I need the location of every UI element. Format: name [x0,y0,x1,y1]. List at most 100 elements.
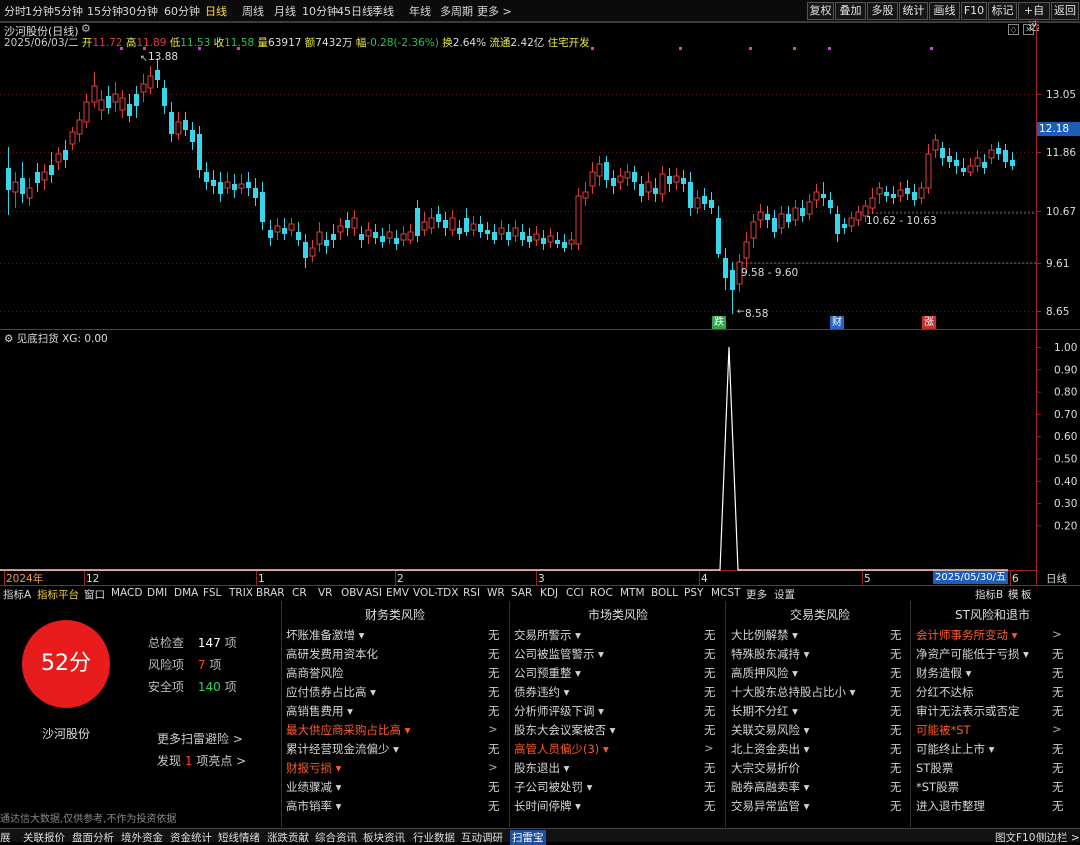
period-tab[interactable]: 季线 [372,3,394,19]
risk-item[interactable]: 交易所警示 ▾ [514,627,581,643]
period-tab[interactable]: 分时 [4,3,26,19]
candlestick[interactable] [533,226,540,246]
candlestick[interactable] [190,122,195,150]
indicator-tab[interactable]: TRIX [229,587,253,599]
candlestick[interactable] [449,210,456,236]
candlestick[interactable] [562,234,567,252]
candlestick[interactable] [175,112,182,140]
indicator-tab[interactable]: ASI [365,587,382,599]
candlestick[interactable] [20,162,25,203]
risk-item[interactable]: 十大股东总持股占比小 ▾ [731,684,855,700]
candlestick[interactable] [274,218,281,240]
risk-item[interactable]: 债券违约 ▾ [514,684,569,700]
bottom-tab[interactable]: 涨跌贡献 [267,830,309,845]
bottom-tab[interactable]: 行业数据 [413,830,455,845]
candlestick[interactable] [842,218,847,234]
candlestick[interactable] [296,222,301,246]
candlestick[interactable] [792,200,799,226]
candlestick[interactable] [324,232,329,254]
period-tab[interactable]: 5分钟 [54,3,83,19]
period-tab[interactable]: 周线 [242,3,264,19]
candlestick[interactable] [639,176,644,202]
indicator-tab[interactable]: 窗口 [84,587,105,602]
risk-item-status[interactable]: > [1052,627,1062,641]
period-tab[interactable]: 45日线 [337,3,373,19]
candlestick[interactable] [6,147,11,215]
candlestick[interactable] [869,188,876,214]
candlestick[interactable] [197,126,202,178]
candlestick[interactable] [716,206,721,258]
candlestick[interactable] [855,206,862,226]
candlestick[interactable] [645,172,652,200]
candlestick[interactable] [415,200,420,242]
candlestick[interactable] [55,147,62,170]
candlestick[interactable] [162,80,167,114]
indicator-tab[interactable]: SAR [511,587,532,599]
toolbar-button[interactable]: 多股 [867,2,898,20]
more-scan-link[interactable]: 更多扫雷避险 > [157,730,243,747]
candlestick[interactable] [806,194,813,220]
candlestick[interactable] [940,142,945,166]
candlestick[interactable] [41,164,48,190]
period-tab[interactable]: 月线 [274,3,296,19]
indicator-tab[interactable]: VR [318,587,332,599]
candlestick[interactable] [443,212,448,236]
bottom-tab[interactable]: 展 [0,830,11,845]
risk-item-status[interactable]: > [488,760,498,774]
indicator-tab[interactable]: KDJ [540,587,558,599]
candlestick[interactable] [702,188,707,210]
candlestick[interactable] [407,224,414,244]
toolbar-button[interactable]: 复权 [807,2,834,20]
candlestick[interactable] [147,66,154,94]
risk-item[interactable]: 高销售费用 ▾ [286,703,353,719]
toolbar-button[interactable]: 标记 [988,2,1017,20]
candlestick[interactable] [373,224,378,244]
candlestick[interactable] [260,182,265,230]
indicator-tab[interactable]: DMA [174,587,198,599]
candlestick[interactable] [604,156,609,188]
period-tab[interactable]: 1分钟 [25,3,54,19]
risk-item[interactable]: 累计经营现金流偏少 ▾ [286,741,399,757]
candlestick[interactable] [303,234,308,268]
risk-item[interactable]: ST股票 [916,760,953,776]
candlestick[interactable] [506,224,511,246]
risk-item[interactable]: 高质押风险 ▾ [731,665,798,681]
candlestick[interactable] [912,184,917,206]
period-tab[interactable]: 多周期 [440,3,473,19]
risk-item[interactable]: 财报亏损 ▾ [286,760,341,776]
candlestick[interactable] [345,212,350,236]
risk-item[interactable]: 可能被*ST [916,722,971,738]
candlestick[interactable] [331,224,336,248]
bottom-tab[interactable]: 互动调研 [461,830,503,845]
candlestick[interactable] [905,180,910,200]
candlestick[interactable] [428,208,435,234]
candlestick[interactable] [1010,152,1015,170]
risk-item[interactable]: 高研发费用资本化 [286,646,378,662]
period-tab[interactable]: 更多 > [477,3,512,19]
candlestick[interactable] [547,228,554,248]
candlestick[interactable] [617,168,624,190]
candlestick[interactable] [828,192,833,214]
candlestick[interactable] [743,232,750,268]
risk-item[interactable]: 高管人员偏少(3) ▾ [514,741,609,757]
candlestick[interactable] [98,90,105,120]
candlestick[interactable] [464,208,469,236]
period-tab[interactable]: 日线 [205,3,227,19]
risk-item[interactable]: 净资产可能低于亏损 ▾ [916,646,1029,662]
indicator-tab[interactable]: BRAR [256,587,285,599]
bottom-tab[interactable]: 板块资讯 [363,830,405,845]
candlestick[interactable] [386,224,393,244]
candlestick[interactable] [772,210,777,238]
candlestick[interactable] [925,144,932,194]
indicator-settings-icon[interactable]: ⚙ [4,333,13,345]
candlestick[interactable] [596,156,603,186]
candlestick[interactable] [723,248,728,290]
candlestick[interactable] [961,158,966,176]
event-marker-finance[interactable]: 财 [830,316,844,329]
risk-item[interactable]: 大比例解禁 ▾ [731,627,798,643]
candlestick[interactable] [821,182,826,206]
risk-item[interactable]: 高市销率 ▾ [286,798,341,814]
candlestick[interactable] [26,178,33,206]
candlestick[interactable] [76,112,83,142]
bottom-tab[interactable]: 综合资讯 [315,830,357,845]
